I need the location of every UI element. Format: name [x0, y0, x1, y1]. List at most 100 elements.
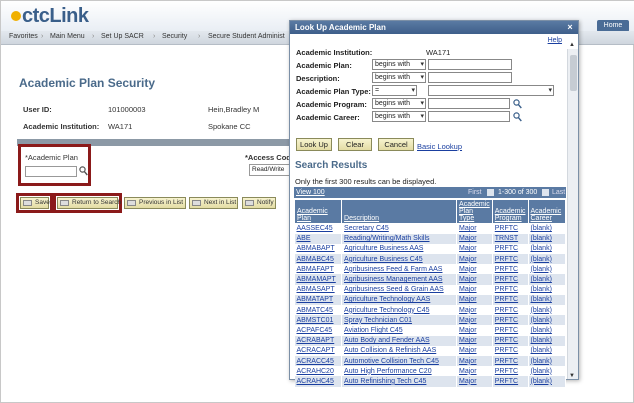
cell-description[interactable]: Spray Technician C01 [341, 315, 458, 326]
app-logo[interactable]: ctcLink [11, 5, 89, 28]
table-row[interactable]: ACRAHC20 Auto High Performance C20 Major PR… [294, 366, 566, 377]
cell-plan[interactable]: ABMATAPT [294, 294, 343, 305]
cell-program[interactable]: PRFTC [492, 355, 529, 367]
cell-plan-type[interactable]: Major [456, 315, 493, 326]
cell-description[interactable]: Agribusiness Management AAS [341, 274, 458, 285]
cell-program[interactable]: PRFTC [492, 345, 529, 356]
access-code-select[interactable]: Read/Write [249, 164, 293, 176]
cell-program[interactable]: PRFTC [492, 315, 529, 326]
table-row[interactable]: ABMABC45 Agriculture Business C45 Major PRF… [294, 254, 566, 265]
nav-set-up-sacr[interactable]: Set Up SACR [101, 33, 144, 40]
lookup-button[interactable]: Look Up [296, 138, 332, 151]
scroll-thumb[interactable] [570, 55, 577, 91]
cell-description[interactable]: Reading/Writing/Math Skills [341, 233, 458, 244]
description-operator-select[interactable]: begins with ▾ [372, 72, 426, 83]
cell-program[interactable]: PRFTC [492, 305, 529, 316]
cancel-button[interactable]: Cancel [378, 138, 414, 151]
col-plan-type[interactable]: Academic Plan Type [456, 199, 493, 224]
cell-career[interactable]: (blank) [528, 254, 566, 265]
previous-page-icon[interactable] [487, 189, 494, 196]
cell-program[interactable]: PRFTC [492, 243, 529, 255]
cell-program[interactable]: PRFTC [492, 274, 529, 285]
cell-description[interactable]: Auto Collision & Refinish AAS [341, 345, 458, 356]
table-row[interactable]: ACRACAPT Auto Collision & Refinish AAS Maj… [294, 345, 566, 356]
col-academic-plan[interactable]: Academic Plan [293, 199, 343, 224]
cell-plan[interactable]: ABMSTC01 [294, 315, 343, 326]
magnifier-icon[interactable] [79, 166, 88, 176]
cell-program[interactable]: PRFTC [492, 366, 529, 377]
cell-plan[interactable]: ACRABAPT [294, 335, 343, 346]
scroll-down-icon[interactable]: ▼ [569, 373, 575, 379]
table-row[interactable]: AASSEC45 Secretary C45 Major PRFTC (blank) [294, 223, 566, 234]
cell-description[interactable]: Auto Body and Fender AAS [341, 335, 458, 346]
nav-secure-student-admin[interactable]: Secure Student Administ [208, 33, 285, 40]
table-row[interactable]: ACPAFC45 Aviation Flight C45 Major PRFTC (bl… [294, 325, 566, 336]
cell-career[interactable]: (blank) [528, 355, 566, 367]
cell-program[interactable]: PRFTC [492, 264, 529, 275]
table-row[interactable]: ABMABAPT Agriculture Business AAS Major PRF… [294, 243, 566, 255]
cell-program[interactable]: PRFTC [492, 376, 529, 387]
cell-description[interactable]: Automotive Collision Tech C45 [341, 355, 458, 367]
cell-career[interactable]: (blank) [528, 345, 566, 356]
cell-description[interactable]: Agriculture Business AAS [341, 243, 458, 255]
cell-career[interactable]: (blank) [528, 294, 566, 305]
table-row[interactable]: ABMATAPT Agriculture Technology AAS Major P… [294, 294, 566, 305]
cell-program[interactable]: PRFTC [492, 284, 529, 295]
academic-plan-input[interactable] [25, 166, 77, 177]
col-description[interactable]: Description [341, 199, 458, 224]
cell-plan[interactable]: ABMAMAPT [294, 274, 343, 285]
cell-career[interactable]: (blank) [528, 284, 566, 295]
col-career[interactable]: Academic Career [527, 199, 566, 224]
cell-program[interactable]: TRNST [492, 233, 529, 244]
next-in-list-button[interactable]: Next in List [189, 197, 238, 209]
help-link[interactable]: Help [548, 37, 562, 44]
nav-security[interactable]: Security [162, 33, 187, 40]
cell-description[interactable]: Auto High Performance C20 [341, 366, 458, 377]
cell-plan-type[interactable]: Major [456, 274, 493, 285]
cell-career[interactable]: (blank) [528, 315, 566, 326]
previous-in-list-button[interactable]: Previous in List [124, 197, 186, 209]
cell-plan-type[interactable]: Major [456, 243, 493, 255]
cell-plan[interactable]: ABMASAPT [294, 284, 343, 295]
cell-description[interactable]: Agriculture Technology C45 [341, 305, 458, 316]
col-program[interactable]: Academic Program [491, 199, 529, 224]
cell-career[interactable]: (blank) [528, 335, 566, 346]
cell-plan-type[interactable]: Major [456, 294, 493, 305]
cell-description[interactable]: Agriculture Business C45 [341, 254, 458, 265]
clear-button[interactable]: Clear [338, 138, 372, 151]
table-row[interactable]: ACRABAPT Auto Body and Fender AAS Major PRF… [294, 335, 566, 346]
cell-description[interactable]: Agribusiness Seed & Grain AAS [341, 284, 458, 295]
cell-program[interactable]: PRFTC [492, 325, 529, 336]
cell-plan[interactable]: ACRAHC20 [294, 366, 343, 377]
cell-plan-type[interactable]: Major [456, 325, 493, 336]
cell-plan[interactable]: ACRACC45 [294, 355, 343, 367]
cell-plan-type[interactable]: Major [456, 264, 493, 275]
magnifier-icon[interactable] [513, 112, 522, 122]
table-row[interactable]: ABMAFAPT Agribusiness Feed & Farm AAS Majo… [294, 264, 566, 275]
modal-scrollbar[interactable]: ▲ ▼ [567, 42, 578, 379]
table-row[interactable]: ABE Reading/Writing/Math Skills Major TRNST… [294, 233, 566, 244]
save-button[interactable]: Save [20, 197, 50, 209]
table-row[interactable]: ACRAHC45 Auto Refinishing Tech C45 Major PR… [294, 376, 566, 387]
table-row[interactable]: ABMATC45 Agriculture Technology C45 Major P… [294, 305, 566, 316]
career-operator-select[interactable]: begins with ▾ [372, 111, 426, 122]
basic-lookup-link[interactable]: Basic Lookup [417, 142, 462, 151]
program-operator-select[interactable]: begins with ▾ [372, 98, 426, 109]
table-row[interactable]: ACRACC45 Automotive Collision Tech C45 Maj… [294, 355, 566, 367]
table-row[interactable]: ABMSTC01 Spray Technician C01 Major PRFTC (b… [294, 315, 566, 326]
description-input[interactable] [428, 72, 512, 83]
cell-plan[interactable]: ACRAHC45 [294, 376, 343, 387]
cell-plan[interactable]: ABE [294, 233, 343, 244]
cell-plan[interactable]: ACPAFC45 [294, 325, 343, 336]
view-100-link[interactable]: View 100 [296, 187, 325, 198]
cell-career[interactable]: (blank) [528, 274, 566, 285]
cell-career[interactable]: (blank) [528, 325, 566, 336]
scroll-up-icon[interactable]: ▲ [569, 42, 575, 48]
cell-plan-type[interactable]: Major [456, 233, 493, 244]
cell-description[interactable]: Agriculture Technology AAS [341, 294, 458, 305]
magnifier-icon[interactable] [513, 99, 522, 109]
notify-button[interactable]: Notify [242, 197, 276, 209]
plan-type-operator-select[interactable]: = ▾ [372, 85, 417, 96]
cell-program[interactable]: PRFTC [492, 294, 529, 305]
cell-career[interactable]: (blank) [528, 305, 566, 316]
